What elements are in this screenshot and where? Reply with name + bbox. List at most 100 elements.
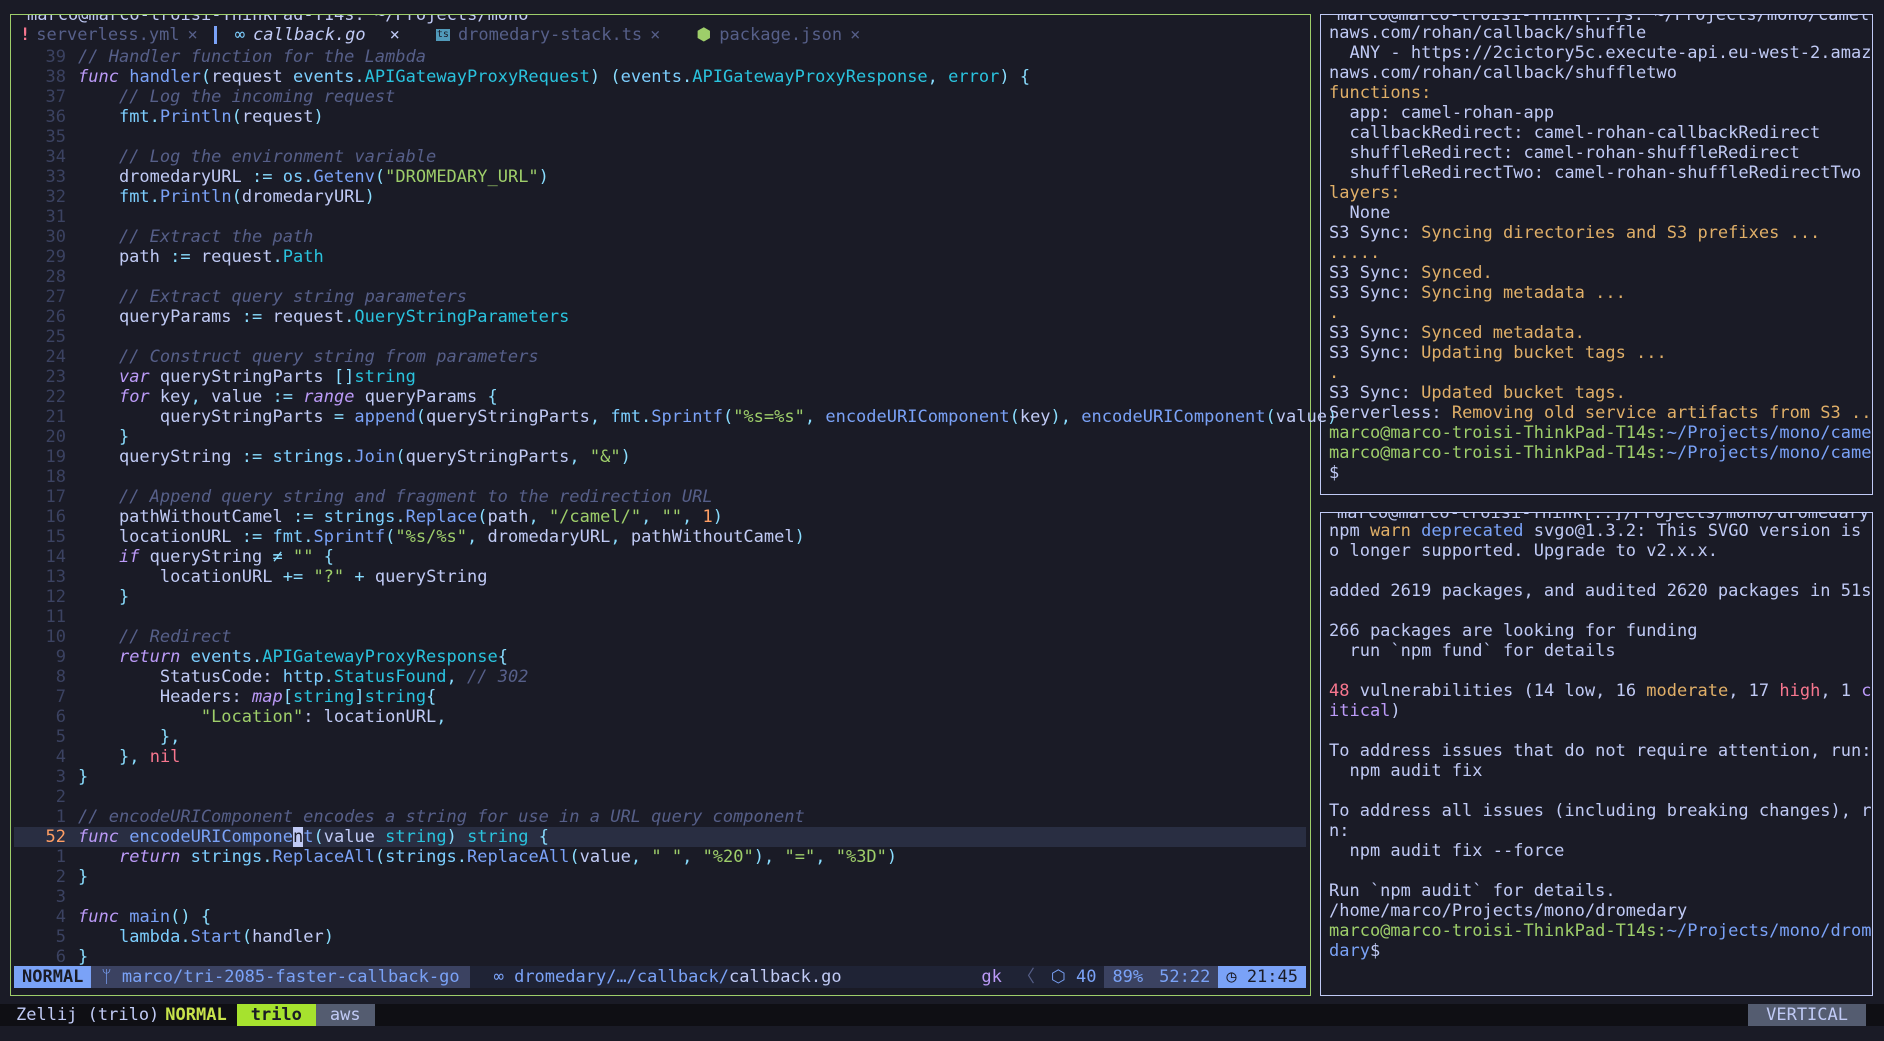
code-line[interactable]: 1 // encodeURIComponent encodes a string … (14, 807, 1306, 827)
code-line[interactable]: 19 queryString := strings.Join(queryStri… (14, 447, 1306, 467)
code-text[interactable]: locationURL := fmt.Sprintf("%s/%s", drom… (78, 527, 1306, 547)
code-text[interactable]: queryString := strings.Join(queryStringP… (78, 447, 1306, 467)
code-text[interactable]: StatusCode: http.StatusFound, // 302 (78, 667, 1306, 687)
code-text[interactable]: return events.APIGatewayProxyResponse{ (78, 647, 1306, 667)
code-text[interactable]: // Log the environment variable (78, 147, 1306, 167)
code-text[interactable]: fmt.Println(dromedaryURL) (78, 187, 1306, 207)
tab-callback-go[interactable]: ∞ callback.go × (228, 24, 410, 46)
code-line[interactable]: 39 // Handler function for the Lambda (14, 47, 1306, 67)
code-text[interactable]: } (78, 587, 1306, 607)
code-text[interactable] (78, 887, 1306, 907)
code-line[interactable]: 33 dromedaryURL := os.Getenv("DROMEDARY_… (14, 167, 1306, 187)
code-text[interactable]: }, (78, 727, 1306, 747)
close-icon[interactable]: × (650, 25, 660, 45)
code-text[interactable]: path := request.Path (78, 247, 1306, 267)
code-text[interactable]: if queryString ≠ "" { (78, 547, 1306, 567)
code-line[interactable]: 21 queryStringParts = append(queryString… (14, 407, 1338, 427)
code-line[interactable]: 6} (14, 947, 1306, 967)
code-line[interactable]: 12 } (14, 587, 1306, 607)
close-icon[interactable]: × (390, 25, 400, 45)
code-line[interactable]: 36 fmt.Println(request) (14, 107, 1306, 127)
code-line[interactable]: 23 var queryStringParts []string (14, 367, 1306, 387)
tab-serverless-yml[interactable]: ! serverless.yml × (14, 24, 208, 46)
code-line[interactable]: 6 "Location": locationURL, (14, 707, 1306, 727)
code-line[interactable]: 9 return events.APIGatewayProxyResponse{ (14, 647, 1306, 667)
code-text[interactable]: // Construct query string from parameter… (78, 347, 1306, 367)
tab-package-json[interactable]: ⬢ package.json × (690, 24, 870, 46)
code-buffer[interactable]: 39// Handler function for the Lambda 38 fu… (14, 47, 1338, 967)
code-text[interactable]: // Append query string and fragment to t… (78, 487, 1306, 507)
code-line[interactable]: 1 return strings.ReplaceAll(strings.Repl… (14, 847, 1306, 867)
code-text[interactable]: // Extract query string parameters (78, 287, 1306, 307)
code-line[interactable]: 32 fmt.Println(dromedaryURL) (14, 187, 1306, 207)
terminal-pane-camel[interactable]: marco@marco-troisi-Think[..]s: ~/Project… (1320, 14, 1873, 495)
code-line[interactable]: 34 // Log the environment variable (14, 147, 1306, 167)
code-line[interactable]: 38 func handler(request events.APIGateway… (14, 67, 1306, 87)
code-text[interactable]: } (78, 947, 1306, 967)
code-text[interactable]: func encodeURIComponent(value string) st… (78, 827, 1306, 847)
code-line[interactable]: 37 // Log the incoming request (14, 87, 1306, 107)
code-text[interactable]: // Handler function for the Lambda (78, 47, 1306, 67)
code-text[interactable]: "Location": locationURL, (78, 707, 1306, 727)
code-line[interactable]: 26 queryParams := request.QueryStringPar… (14, 307, 1306, 327)
close-icon[interactable]: × (188, 25, 198, 45)
tab-dromedary-stack-ts[interactable]: ts dromedary-stack.ts × (430, 24, 671, 46)
code-line[interactable]: 20 } (14, 427, 1306, 447)
code-line[interactable]: 7 Headers: map[string]string{ (14, 687, 1306, 707)
code-text[interactable]: // encodeURIComponent encodes a string f… (78, 807, 1306, 827)
code-line[interactable]: 11 (14, 607, 1306, 627)
code-line[interactable]: 4 }, nil (14, 747, 1306, 767)
code-line[interactable]: 8 StatusCode: http.StatusFound, // 302 (14, 667, 1306, 687)
code-line[interactable]: 5 lambda.Start(handler) (14, 927, 1306, 947)
code-line[interactable]: 2 (14, 787, 1306, 807)
code-text[interactable]: } (78, 867, 1306, 887)
code-line[interactable]: 29 path := request.Path (14, 247, 1306, 267)
code-text[interactable]: dromedaryURL := os.Getenv("DROMEDARY_URL… (78, 167, 1306, 187)
code-text[interactable]: lambda.Start(handler) (78, 927, 1306, 947)
code-line[interactable]: 3} (14, 767, 1306, 787)
code-line[interactable]: 52 func encodeURIComponent(value string) … (14, 827, 1306, 847)
code-text[interactable]: // Log the incoming request (78, 87, 1306, 107)
code-line[interactable]: 16 pathWithoutCamel := strings.Replace(p… (14, 507, 1306, 527)
code-text[interactable]: // Redirect (78, 627, 1306, 647)
code-text[interactable]: } (78, 427, 1306, 447)
code-line[interactable]: 2} (14, 867, 1306, 887)
code-text[interactable]: func main() { (78, 907, 1306, 927)
code-text[interactable]: // Extract the path (78, 227, 1306, 247)
zellij-tab-trilo[interactable]: trilo (236, 1004, 316, 1026)
code-line[interactable]: 3 (14, 887, 1306, 907)
code-text[interactable] (78, 467, 1306, 487)
code-text[interactable]: pathWithoutCamel := strings.Replace(path… (78, 507, 1306, 527)
code-line[interactable]: 27 // Extract query string parameters (14, 287, 1306, 307)
close-icon[interactable]: × (850, 25, 860, 45)
code-line[interactable]: 31 (14, 207, 1306, 227)
code-line[interactable]: 17 // Append query string and fragment t… (14, 487, 1306, 507)
code-text[interactable] (78, 787, 1306, 807)
code-text[interactable]: queryStringParts = append(queryStringPar… (78, 407, 1337, 427)
code-text[interactable]: }, nil (78, 747, 1306, 767)
code-text[interactable]: var queryStringParts []string (78, 367, 1306, 387)
code-text[interactable]: for key, value := range queryParams { (78, 387, 1306, 407)
code-text[interactable] (78, 607, 1306, 627)
code-text[interactable]: locationURL += "?" + queryString (78, 567, 1306, 587)
code-text[interactable] (78, 127, 1306, 147)
code-text[interactable] (78, 327, 1306, 347)
code-text[interactable]: Headers: map[string]string{ (78, 687, 1306, 707)
code-line[interactable]: 30 // Extract the path (14, 227, 1306, 247)
code-text[interactable]: queryParams := request.QueryStringParame… (78, 307, 1306, 327)
code-line[interactable]: 28 (14, 267, 1306, 287)
code-line[interactable]: 13 locationURL += "?" + queryString (14, 567, 1306, 587)
code-text[interactable]: fmt.Println(request) (78, 107, 1306, 127)
code-line[interactable]: 25 (14, 327, 1306, 347)
code-line[interactable]: 18 (14, 467, 1306, 487)
zellij-tab-aws[interactable]: aws (315, 1004, 375, 1026)
code-text[interactable] (78, 207, 1306, 227)
code-line[interactable]: 35 (14, 127, 1306, 147)
code-line[interactable]: 5 }, (14, 727, 1306, 747)
code-text[interactable]: func handler(request events.APIGatewayPr… (78, 67, 1306, 87)
code-line[interactable]: 15 locationURL := fmt.Sprintf("%s/%s", d… (14, 527, 1306, 547)
code-line[interactable]: 10 // Redirect (14, 627, 1306, 647)
code-text[interactable]: return strings.ReplaceAll(strings.Replac… (78, 847, 1306, 867)
code-line[interactable]: 4 func main() { (14, 907, 1306, 927)
code-text[interactable] (78, 267, 1306, 287)
